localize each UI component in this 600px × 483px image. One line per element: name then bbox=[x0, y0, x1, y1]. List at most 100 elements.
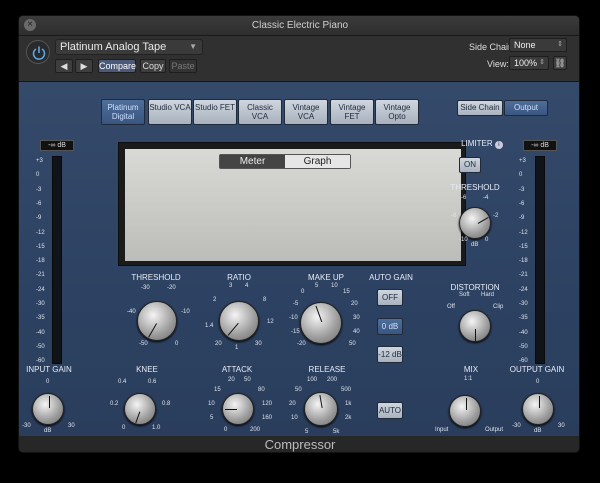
model-button-vintage-vca[interactable]: Vintage VCA bbox=[284, 99, 328, 125]
output-gain-label: OUTPUT GAIN bbox=[509, 365, 565, 374]
output-view-button[interactable]: Output bbox=[504, 100, 548, 116]
limiter-threshold-scale-label: -6 bbox=[461, 195, 467, 201]
distortion-scale-label: Off bbox=[447, 304, 455, 310]
power-button[interactable] bbox=[26, 40, 50, 64]
compare-button[interactable]: Compare bbox=[98, 59, 136, 73]
meter-scale-tick: -60 bbox=[36, 358, 45, 365]
meter-scale-tick: -50 bbox=[519, 343, 528, 350]
auto-gain-0db-button[interactable]: 0 dB bbox=[377, 318, 403, 335]
auto-gain-label: AUTO GAIN bbox=[369, 273, 413, 282]
ratio-scale-label: 1.4 bbox=[205, 323, 214, 329]
output-gain-knob[interactable] bbox=[522, 393, 554, 425]
mix-knob[interactable] bbox=[449, 395, 481, 427]
attack-knob[interactable] bbox=[222, 393, 254, 425]
updown-icon: ⇕ bbox=[557, 41, 563, 48]
preset-dropdown[interactable]: Platinum Analog Tape ▼ bbox=[55, 39, 203, 55]
attack-scale-label: 200 bbox=[250, 427, 261, 433]
link-button[interactable]: ⛓ bbox=[553, 56, 567, 70]
meter-scale-tick: -40 bbox=[36, 329, 45, 336]
meter-scale-tick: -50 bbox=[36, 343, 45, 350]
release-scale-label: 2k bbox=[345, 415, 352, 421]
limiter-threshold-knob[interactable] bbox=[459, 207, 491, 239]
preset-name: Platinum Analog Tape bbox=[60, 41, 167, 53]
meter-scale-tick: -21 bbox=[36, 272, 45, 279]
auto-gain-minus12db-button[interactable]: -12 dB bbox=[377, 346, 403, 363]
output-gain-scale-label: 0 bbox=[536, 379, 540, 385]
model-button-platinum-digital[interactable]: Platinum Digital bbox=[101, 99, 145, 125]
model-button-classic-vca[interactable]: Classic VCA bbox=[238, 99, 282, 125]
output-level-readout: -∞ dB bbox=[523, 140, 557, 151]
threshold-scale-label: -50 bbox=[139, 341, 148, 347]
release-scale-label: 5 bbox=[305, 429, 309, 435]
release-auto-button[interactable]: AUTO bbox=[377, 402, 403, 419]
attack-scale-label: 160 bbox=[262, 415, 273, 421]
meter-scale-tick: -35 bbox=[36, 315, 45, 322]
meter-scale-tick: -6 bbox=[36, 200, 42, 207]
ratio-scale-label: 12 bbox=[267, 319, 274, 325]
release-knob[interactable] bbox=[304, 392, 338, 426]
model-button-studio-vca[interactable]: Studio VCA bbox=[148, 99, 192, 125]
attack-scale-label: 10 bbox=[208, 401, 215, 407]
ratio-knob[interactable] bbox=[219, 301, 259, 341]
next-preset-button[interactable]: ▶ bbox=[75, 59, 93, 73]
limiter-on-button[interactable]: ON bbox=[459, 157, 481, 173]
threshold-scale-label: -30 bbox=[141, 285, 150, 291]
model-button-studio-fet[interactable]: Studio FET bbox=[193, 99, 237, 125]
release-scale-label: 50 bbox=[295, 387, 302, 393]
release-scale-label: 500 bbox=[341, 387, 352, 393]
prev-preset-button[interactable]: ◀ bbox=[55, 59, 73, 73]
side-chain-dropdown[interactable]: None ⇕ bbox=[509, 38, 567, 52]
knob-indicator bbox=[477, 217, 489, 224]
limiter-threshold-scale-label: -2 bbox=[493, 213, 499, 219]
window-title: Classic Electric Piano bbox=[251, 20, 349, 31]
makeup-scale-label: -10 bbox=[289, 315, 298, 321]
makeup-scale-label: -15 bbox=[291, 329, 300, 335]
release-scale-label: 200 bbox=[327, 377, 338, 383]
plugin-header: Platinum Analog Tape ▼ ◀ ▶ Compare Copy … bbox=[19, 36, 579, 82]
knob-indicator bbox=[135, 411, 141, 424]
meter-scale-tick: -9 bbox=[519, 215, 525, 222]
power-icon bbox=[32, 46, 46, 60]
ratio-label: RATIO bbox=[227, 273, 251, 282]
attack-scale-label: 0 bbox=[224, 427, 228, 433]
knob-indicator bbox=[319, 395, 323, 409]
plugin-window: × Classic Electric Piano Platinum Analog… bbox=[18, 15, 580, 453]
side-chain-value: None bbox=[514, 40, 536, 50]
view-label: View: bbox=[487, 59, 509, 69]
limiter-label-text: LIMITER bbox=[461, 139, 493, 148]
knee-knob[interactable] bbox=[124, 393, 156, 425]
knob-indicator bbox=[227, 322, 239, 336]
knob-indicator bbox=[539, 396, 540, 408]
meter-scale-tick: -24 bbox=[36, 286, 45, 293]
ratio-scale-label: 4 bbox=[245, 283, 249, 289]
makeup-knob[interactable] bbox=[300, 302, 342, 344]
knee-scale-label: 1.0 bbox=[152, 425, 161, 431]
copy-button[interactable]: Copy bbox=[140, 59, 166, 73]
meter-scale-tick: -12 bbox=[519, 229, 528, 236]
threshold-scale-label: -10 bbox=[181, 309, 190, 315]
chevron-down-icon: ▼ bbox=[189, 42, 197, 51]
makeup-scale-label: 40 bbox=[353, 329, 360, 335]
meter-scale-tick: -30 bbox=[36, 301, 45, 307]
makeup-scale-label: -20 bbox=[297, 341, 306, 347]
ratio-scale-label: 30 bbox=[255, 341, 262, 347]
knob-indicator bbox=[49, 396, 50, 408]
meter-scale-tick: -60 bbox=[519, 358, 528, 365]
limiter-threshold-label: THRESHOLD bbox=[450, 183, 500, 192]
threshold-knob[interactable] bbox=[137, 301, 177, 341]
paste-button[interactable]: Paste bbox=[169, 59, 197, 73]
meter-scale-tick: -18 bbox=[36, 258, 45, 265]
input-gain-knob[interactable] bbox=[32, 393, 64, 425]
attack-scale-label: 80 bbox=[258, 387, 265, 393]
model-button-vintage-opto[interactable]: Vintage Opto bbox=[375, 99, 419, 125]
auto-gain-off-button[interactable]: OFF bbox=[377, 289, 403, 306]
view-zoom-dropdown[interactable]: 100% ⇕ bbox=[509, 56, 549, 70]
info-icon[interactable]: i bbox=[494, 141, 503, 149]
input-gain-unit-label: dB bbox=[44, 428, 52, 434]
model-button-vintage-fet[interactable]: Vintage FET bbox=[330, 99, 374, 125]
meter-scale-tick: -3 bbox=[36, 186, 42, 193]
side-chain-view-button[interactable]: Side Chain bbox=[457, 100, 503, 116]
meter-scale-tick: -3 bbox=[519, 186, 525, 193]
knob-indicator bbox=[148, 323, 157, 338]
distortion-knob[interactable] bbox=[459, 310, 491, 342]
